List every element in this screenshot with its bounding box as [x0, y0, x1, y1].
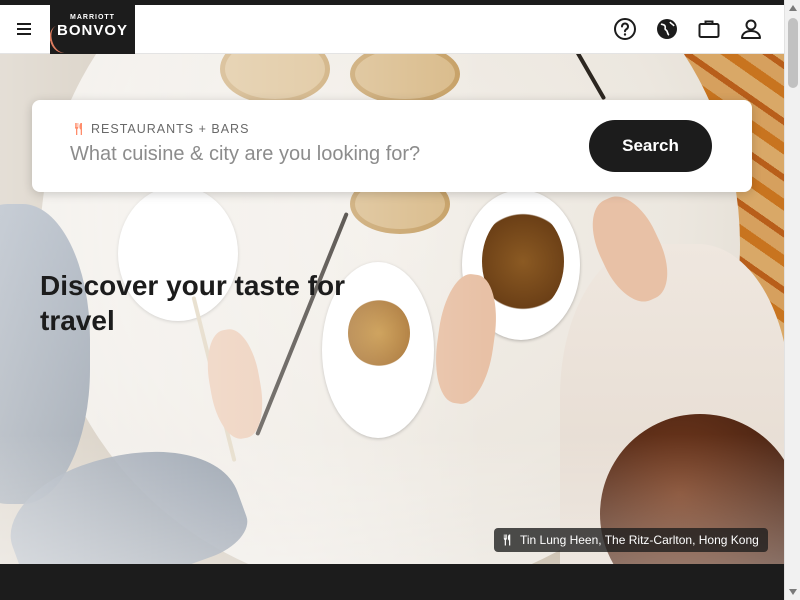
fork-knife-icon: [75, 123, 82, 135]
menu-icon[interactable]: [14, 20, 36, 40]
footer-band: [0, 564, 784, 600]
search-input[interactable]: [70, 140, 590, 168]
globe-icon[interactable]: [654, 16, 680, 42]
briefcase-icon[interactable]: [696, 16, 722, 42]
search-category-label: RESTAURANTS + BARS: [91, 122, 250, 136]
scrollbar[interactable]: [784, 0, 800, 600]
hero-headline: Discover your taste for travel: [40, 270, 345, 336]
header-icons: [612, 16, 764, 42]
photo-caption: Tin Lung Heen, The Ritz-Carlton, Hong Ko…: [494, 528, 768, 552]
scroll-down-icon[interactable]: [785, 584, 800, 600]
marriott-bonvoy-logo[interactable]: MARRIOTT BONVOY: [50, 5, 135, 54]
help-icon[interactable]: [612, 16, 638, 42]
fork-knife-icon: [503, 534, 511, 546]
search-card: RESTAURANTS + BARS Search: [32, 100, 752, 192]
scroll-up-icon[interactable]: [785, 0, 800, 16]
account-icon[interactable]: [738, 16, 764, 42]
photo-caption-text: Tin Lung Heen, The Ritz-Carlton, Hong Ko…: [520, 533, 759, 547]
site-header: MARRIOTT BONVOY: [0, 5, 784, 54]
search-button[interactable]: Search: [589, 120, 712, 172]
logo-line-marriott: MARRIOTT: [70, 14, 115, 21]
scrollbar-thumb[interactable]: [788, 18, 798, 88]
